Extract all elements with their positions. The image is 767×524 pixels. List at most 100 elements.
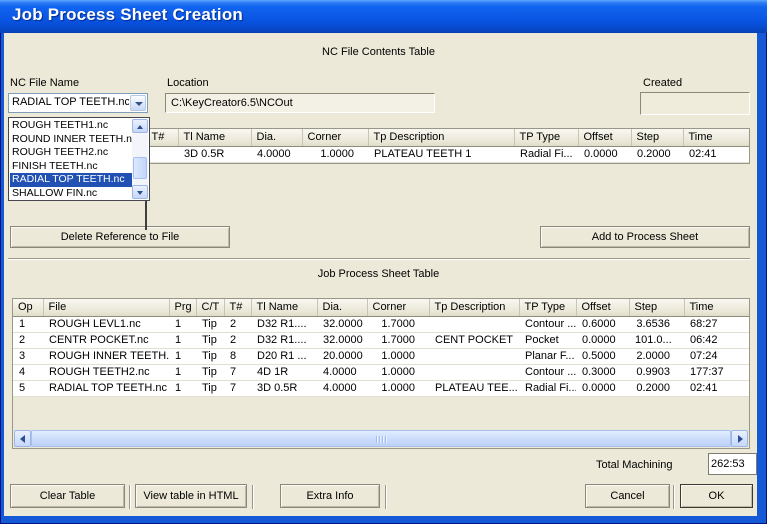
column-header[interactable]: Time <box>684 299 749 316</box>
cell: 1 <box>169 316 196 332</box>
table-row[interactable]: 3ROUGH INNER TEETH...1Tip8D20 R1 ...20.0… <box>13 348 749 364</box>
column-header[interactable]: Step <box>629 299 684 316</box>
column-header[interactable]: T# <box>224 299 251 316</box>
column-header[interactable]: Offset <box>576 299 629 316</box>
cell: 1 <box>169 364 196 380</box>
column-header[interactable]: TP Type <box>519 299 576 316</box>
cell: 3.6536 <box>629 316 684 332</box>
cell: Tip <box>196 316 224 332</box>
cell: 4.0000 <box>317 380 367 396</box>
clear-table-button[interactable]: Clear Table <box>10 484 125 508</box>
button-separator <box>252 485 254 509</box>
dropdown-item[interactable]: ROUGH TEETH1.nc <box>10 119 132 133</box>
cell: 06:42 <box>684 332 749 348</box>
table-row[interactable]: 2CENTR POCKET.nc1Tip2D32 R1....32.00001.… <box>13 332 749 348</box>
column-header[interactable]: Prg <box>169 299 196 316</box>
cell: 1.0000 <box>367 348 429 364</box>
dropdown-item[interactable]: FINISH TEETH.nc <box>10 160 132 174</box>
cell: 02:41 <box>684 380 749 396</box>
nc-file-name-select[interactable]: RADIAL TOP TEETH.nc <box>8 93 148 113</box>
view-table-html-label: View table in HTML <box>136 490 246 502</box>
nc-file-dropdown-list[interactable]: ROUGH TEETH1.ncROUND INNER TEETH.ncROUGH… <box>8 117 150 201</box>
cell: Tip <box>196 364 224 380</box>
dropdown-item[interactable]: SHALLOW FIN.nc <box>10 187 132 199</box>
cell: 07:24 <box>684 348 749 364</box>
cell: 8 <box>224 348 251 364</box>
dropdown-item[interactable]: ROUND INNER TEETH.nc <box>10 133 132 147</box>
scrollbar-thumb[interactable] <box>31 430 731 447</box>
delete-reference-button[interactable]: Delete Reference to File <box>10 226 230 248</box>
horizontal-scrollbar[interactable] <box>14 430 748 447</box>
cell: Tip <box>196 332 224 348</box>
cell: 4.0000 <box>317 364 367 380</box>
cell: PLATEAU TEE... <box>429 380 519 396</box>
cell: ROUGH TEETH2.nc <box>43 364 169 380</box>
column-header[interactable]: File <box>43 299 169 316</box>
chevron-right-icon <box>738 435 743 443</box>
cell: 4.0000 <box>251 146 302 162</box>
add-to-process-sheet-button[interactable]: Add to Process Sheet <box>540 226 750 248</box>
clear-table-label: Clear Table <box>11 490 124 502</box>
combo-dropdown-button[interactable] <box>130 95 146 111</box>
cell: 4D 1R <box>251 364 317 380</box>
column-header[interactable]: Tp Description <box>429 299 519 316</box>
column-header[interactable]: Time <box>683 129 749 146</box>
table-row[interactable]: 5RADIAL TOP TEETH.nc1Tip73D 0.5R4.00001.… <box>13 380 749 396</box>
created-field[interactable] <box>640 92 750 115</box>
column-header[interactable]: Dia. <box>251 129 302 146</box>
column-header[interactable]: Corner <box>302 129 368 146</box>
dialog-window: Job Process Sheet Creation NC File Conte… <box>0 0 767 524</box>
cell: 1 <box>13 316 43 332</box>
scroll-up-button[interactable] <box>132 119 148 133</box>
column-header[interactable]: T# <box>146 129 178 146</box>
table-row[interactable]: 4ROUGH TEETH2.nc1Tip74D 1R4.00001.0000Co… <box>13 364 749 380</box>
column-header[interactable]: Tl Name <box>251 299 317 316</box>
cell: 1.0000 <box>367 364 429 380</box>
cell: D32 R1.... <box>251 316 317 332</box>
cell: 177:37 <box>684 364 749 380</box>
grip-icon <box>376 436 387 443</box>
cell: ROUGH INNER TEETH... <box>43 348 169 364</box>
job-section-title: Job Process Sheet Table <box>4 268 753 280</box>
column-header[interactable]: C/T <box>196 299 224 316</box>
ok-button[interactable]: OK <box>680 484 753 508</box>
column-header[interactable]: Tl Name <box>178 129 251 146</box>
column-header[interactable]: Tp Description <box>368 129 514 146</box>
view-table-html-button[interactable]: View table in HTML <box>135 484 247 508</box>
cancel-button[interactable]: Cancel <box>585 484 670 508</box>
extra-info-button[interactable]: Extra Info <box>280 484 380 508</box>
scrollbar-thumb[interactable] <box>133 157 147 179</box>
table-row[interactable]: 1ROUGH LEVL1.nc1Tip2D32 R1....32.00001.7… <box>13 316 749 332</box>
location-field[interactable]: C:\KeyCreator6.5\NCOut <box>165 93 435 113</box>
callout-line <box>145 199 147 230</box>
title-bar[interactable]: Job Process Sheet Creation <box>0 0 767 33</box>
total-machining-label: Total Machining <box>596 459 672 471</box>
column-header[interactable]: Offset <box>578 129 631 146</box>
cell: 1.0000 <box>302 146 368 162</box>
column-header[interactable]: Dia. <box>317 299 367 316</box>
cell: 1 <box>169 348 196 364</box>
cell: 1 <box>169 380 196 396</box>
column-header[interactable]: Op <box>13 299 43 316</box>
cell: 5 <box>13 380 43 396</box>
dropdown-item[interactable]: ROUGH TEETH2.nc <box>10 146 132 160</box>
cell: 1.7000 <box>367 316 429 332</box>
cell: 0.6000 <box>576 316 629 332</box>
column-header[interactable]: Corner <box>367 299 429 316</box>
job-process-sheet-table: OpFilePrgC/TT#Tl NameDia.CornerTp Descri… <box>12 298 750 449</box>
dropdown-scrollbar[interactable] <box>132 119 148 199</box>
cell: 32.0000 <box>317 332 367 348</box>
cell: 0.3000 <box>576 364 629 380</box>
scroll-left-button[interactable] <box>14 430 31 447</box>
cell: RADIAL TOP TEETH.nc <box>43 380 169 396</box>
column-header[interactable]: Step <box>631 129 683 146</box>
cell: 32.0000 <box>317 316 367 332</box>
chevron-up-icon <box>137 125 143 129</box>
extra-info-label: Extra Info <box>281 490 379 502</box>
scroll-down-button[interactable] <box>132 185 148 199</box>
scroll-right-button[interactable] <box>731 430 748 447</box>
dropdown-items: ROUGH TEETH1.ncROUND INNER TEETH.ncROUGH… <box>10 119 132 199</box>
dropdown-item[interactable]: RADIAL TOP TEETH.nc <box>10 173 132 187</box>
cell: 2.0000 <box>629 348 684 364</box>
column-header[interactable]: TP Type <box>514 129 578 146</box>
